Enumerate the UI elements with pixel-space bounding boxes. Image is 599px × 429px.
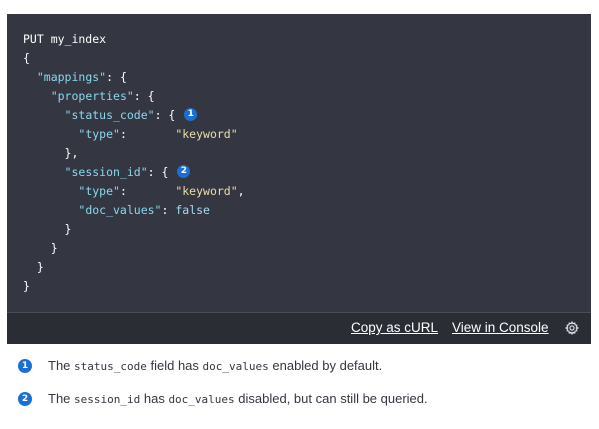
- doc-values-value: false: [175, 203, 210, 217]
- inline-code: doc_values: [168, 393, 235, 406]
- callout-1-badge: 1: [18, 359, 32, 373]
- type-key: "type": [78, 127, 120, 141]
- gear-icon[interactable]: [565, 321, 579, 335]
- request-line: PUT my_index: [23, 32, 107, 46]
- type-separator: :: [119, 127, 176, 141]
- note-middle: field has: [146, 358, 203, 373]
- close-brace: }: [50, 241, 58, 255]
- note-middle: has: [140, 391, 169, 406]
- session-id-key: "session_id": [64, 165, 148, 179]
- type-key: "type": [78, 184, 120, 198]
- docs-snippet: PUT my_index { "mappings": { "properties…: [0, 0, 599, 429]
- code-line-session-id: "session_id": { 2: [23, 163, 245, 182]
- note-text: The session_id has doc_values disabled, …: [48, 391, 428, 408]
- note-prefix: The: [48, 391, 75, 406]
- type-value: "keyword": [175, 127, 238, 141]
- status-code-key: "status_code": [64, 108, 155, 122]
- doc-values-separator: :: [161, 203, 176, 217]
- mappings-punct: : {: [106, 70, 127, 84]
- close-brace: }: [64, 222, 72, 236]
- callout-1-badge: 1: [184, 108, 198, 121]
- close-brace: },: [64, 146, 79, 160]
- code-line-request: PUT my_index: [23, 30, 245, 49]
- code-line-close-status: },: [23, 144, 245, 163]
- code-line-type-2: "type": "keyword",: [23, 182, 245, 201]
- callout-2-badge: 2: [177, 165, 191, 178]
- code-line-close-mappings: }: [23, 258, 245, 277]
- open-brace: {: [23, 51, 30, 65]
- code-panel-footer: Copy as cURL View in Console: [7, 312, 591, 344]
- code-block[interactable]: PUT my_index { "mappings": { "properties…: [23, 30, 245, 296]
- callout-note-1: 1 The status_code field has doc_values e…: [18, 352, 588, 385]
- note-text: The status_code field has doc_values ena…: [48, 358, 382, 375]
- code-line-close-root: }: [23, 277, 245, 296]
- callout-notes: 1 The status_code field has doc_values e…: [18, 352, 588, 418]
- comma: ,: [237, 184, 245, 198]
- code-line-type-1: "type": "keyword": [23, 125, 245, 144]
- status-code-punct: : {: [154, 108, 176, 122]
- type-separator: :: [119, 184, 176, 198]
- copy-as-curl-link[interactable]: Copy as cURL: [351, 320, 438, 335]
- close-brace: }: [23, 279, 30, 293]
- note-suffix: disabled, but can still be queried.: [234, 391, 428, 406]
- inline-code: status_code: [74, 360, 147, 373]
- inline-code: doc_values: [202, 360, 269, 373]
- callout-2-badge: 2: [18, 392, 32, 406]
- close-brace: }: [36, 260, 44, 274]
- code-line-close-session: }: [23, 220, 245, 239]
- code-line-properties: "properties": {: [23, 87, 245, 106]
- properties-key: "properties": [50, 89, 134, 103]
- mappings-key: "mappings": [36, 70, 107, 84]
- code-line-open: {: [23, 49, 245, 68]
- code-line-close-properties: }: [23, 239, 245, 258]
- properties-punct: : {: [133, 89, 155, 103]
- type-value: "keyword": [175, 184, 238, 198]
- callout-note-2: 2 The session_id has doc_values disabled…: [18, 385, 588, 418]
- code-line-doc-values: "doc_values": false: [23, 201, 245, 220]
- note-suffix: enabled by default.: [268, 358, 383, 373]
- inline-code: session_id: [74, 393, 141, 406]
- code-panel: PUT my_index { "mappings": { "properties…: [7, 14, 591, 344]
- code-line-status-code: "status_code": { 1: [23, 106, 245, 125]
- note-prefix: The: [48, 358, 75, 373]
- view-in-console-link[interactable]: View in Console: [452, 320, 549, 335]
- code-line-mappings: "mappings": {: [23, 68, 245, 87]
- session-id-punct: : {: [147, 165, 169, 179]
- doc-values-key: "doc_values": [78, 203, 162, 217]
